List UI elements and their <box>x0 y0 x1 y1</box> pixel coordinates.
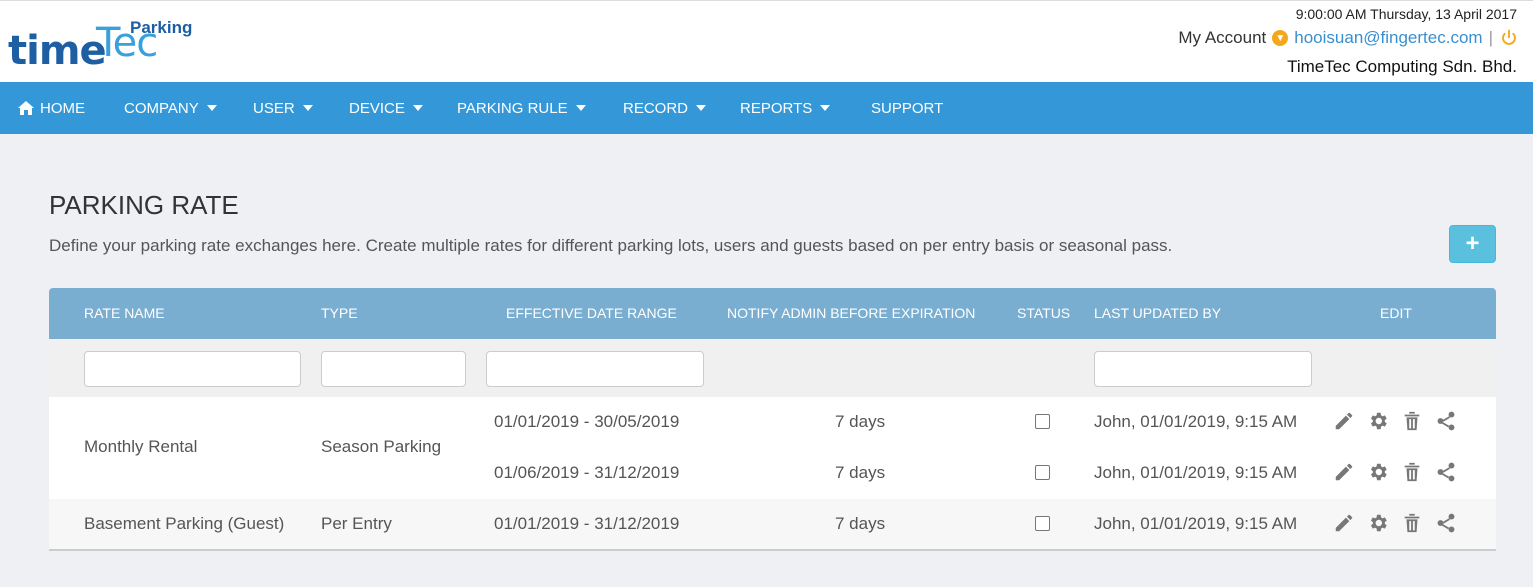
caret-down-icon <box>575 105 586 111</box>
nav-company-label: COMPANY <box>124 99 199 117</box>
pencil-icon[interactable] <box>1333 512 1355 534</box>
home-icon <box>18 101 34 115</box>
table-row: Monthly Rental Season Parking 01/01/2019… <box>49 397 1496 499</box>
nav-reports[interactable]: REPORTS <box>740 82 831 134</box>
header: time Tec Parking 9:00:00 AM Thursday, 13… <box>0 0 1533 82</box>
type-cell: Per Entry <box>321 514 392 533</box>
nav-parking-rule[interactable]: PARKING RULE <box>457 82 586 134</box>
column-header-date-range[interactable]: EFFECTIVE DATE RANGE <box>506 305 677 321</box>
nav-user-label: USER <box>253 99 295 117</box>
nav-record[interactable]: RECORD <box>623 82 707 134</box>
table-header: RATE NAME TYPE EFFECTIVE DATE RANGE NOTI… <box>49 288 1496 339</box>
date-range-cell: 01/06/2019 - 31/12/2019 <box>494 463 680 482</box>
date-range-filter-input[interactable] <box>486 351 704 387</box>
share-icon[interactable] <box>1435 410 1457 432</box>
rate-name-cell: Basement Parking (Guest) <box>84 514 285 533</box>
column-header-notify[interactable]: NOTIFY ADMIN BEFORE EXPIRATION <box>727 305 975 321</box>
column-header-status[interactable]: STATUS <box>1017 305 1070 321</box>
column-header-last-updated[interactable]: LAST UPDATED BY <box>1094 305 1221 321</box>
caret-down-icon <box>302 105 313 111</box>
status-checkbox[interactable] <box>1035 414 1050 429</box>
row-actions <box>1333 461 1457 483</box>
status-checkbox[interactable] <box>1035 465 1050 480</box>
nav-device[interactable]: DEVICE <box>349 82 423 134</box>
pencil-icon[interactable] <box>1333 410 1355 432</box>
my-account-label[interactable]: My Account <box>1178 28 1266 48</box>
nav-home[interactable]: HOME <box>18 82 85 134</box>
nav-parking-rule-label: PARKING RULE <box>457 99 568 117</box>
row-actions <box>1333 410 1457 432</box>
logo-time-text: time <box>8 28 107 74</box>
notify-cell: 7 days <box>835 514 886 533</box>
separator: | <box>1488 28 1493 47</box>
trash-icon[interactable] <box>1401 410 1423 432</box>
main-navbar: HOME COMPANY USER DEVICE PARKING RULE RE… <box>0 82 1533 134</box>
share-icon[interactable] <box>1435 461 1457 483</box>
type-cell: Season Parking <box>321 437 442 456</box>
nav-home-label: HOME <box>40 99 85 117</box>
table-body: Monthly Rental Season Parking 01/01/2019… <box>49 397 1496 551</box>
company-name: TimeTec Computing Sdn. Bhd. <box>1287 57 1517 76</box>
nav-device-label: DEVICE <box>349 99 405 117</box>
caret-down-icon <box>696 105 707 111</box>
type-filter-input[interactable] <box>321 351 466 387</box>
date-range-cell: 01/01/2019 - 31/12/2019 <box>494 514 680 533</box>
column-header-type[interactable]: TYPE <box>321 305 358 321</box>
date-range-cell: 01/01/2019 - 30/05/2019 <box>494 412 680 431</box>
pencil-icon[interactable] <box>1333 461 1355 483</box>
gear-icon[interactable] <box>1367 410 1389 432</box>
last-updated-cell: John, 01/01/2019, 9:15 AM <box>1094 514 1298 533</box>
nav-user[interactable]: USER <box>253 82 313 134</box>
caret-down-icon <box>820 105 831 111</box>
account-row: My Account ▼ hooisuan@fingertec.com | <box>1178 28 1519 48</box>
trash-icon[interactable] <box>1401 461 1423 483</box>
column-header-edit: EDIT <box>1380 305 1412 321</box>
last-updated-cell: John, 01/01/2019, 9:15 AM <box>1094 463 1298 482</box>
notify-cell: 7 days <box>835 463 886 482</box>
caret-down-icon <box>206 105 217 111</box>
current-datetime: 9:00:00 AM Thursday, 13 April 2017 <box>1295 6 1517 22</box>
table-row: Basement Parking (Guest) Per Entry 01/01… <box>49 499 1496 551</box>
page-title: PARKING RATE <box>49 190 239 220</box>
nav-reports-label: REPORTS <box>740 99 813 117</box>
caret-down-icon <box>412 105 423 111</box>
notify-cell: 7 days <box>835 412 886 431</box>
parking-rate-table: RATE NAME TYPE EFFECTIVE DATE RANGE NOTI… <box>49 288 1496 551</box>
logo-parking-text: Parking <box>130 18 193 37</box>
trash-icon[interactable] <box>1401 512 1423 534</box>
filter-row <box>49 339 1496 397</box>
account-dropdown-icon[interactable]: ▼ <box>1272 30 1289 46</box>
logout-power-icon[interactable] <box>1499 28 1519 48</box>
add-rate-button[interactable]: + <box>1449 225 1496 263</box>
nav-support-label: SUPPORT <box>871 99 944 117</box>
timetec-parking-logo[interactable]: time Tec Parking <box>8 18 208 74</box>
column-header-rate-name[interactable]: RATE NAME <box>84 305 165 321</box>
nav-record-label: RECORD <box>623 99 689 117</box>
share-icon[interactable] <box>1435 512 1457 534</box>
rate-name-filter-input[interactable] <box>84 351 301 387</box>
page-description: Define your parking rate exchanges here.… <box>49 236 1173 255</box>
nav-support[interactable]: SUPPORT <box>871 82 943 134</box>
row-actions <box>1333 512 1457 534</box>
nav-company[interactable]: COMPANY <box>124 82 217 134</box>
gear-icon[interactable] <box>1367 512 1389 534</box>
last-updated-filter-input[interactable] <box>1094 351 1312 387</box>
status-checkbox[interactable] <box>1035 516 1050 531</box>
user-email-link[interactable]: hooisuan@fingertec.com <box>1294 28 1482 48</box>
gear-icon[interactable] <box>1367 461 1389 483</box>
last-updated-cell: John, 01/01/2019, 9:15 AM <box>1094 412 1298 431</box>
rate-name-cell: Monthly Rental <box>84 437 198 456</box>
